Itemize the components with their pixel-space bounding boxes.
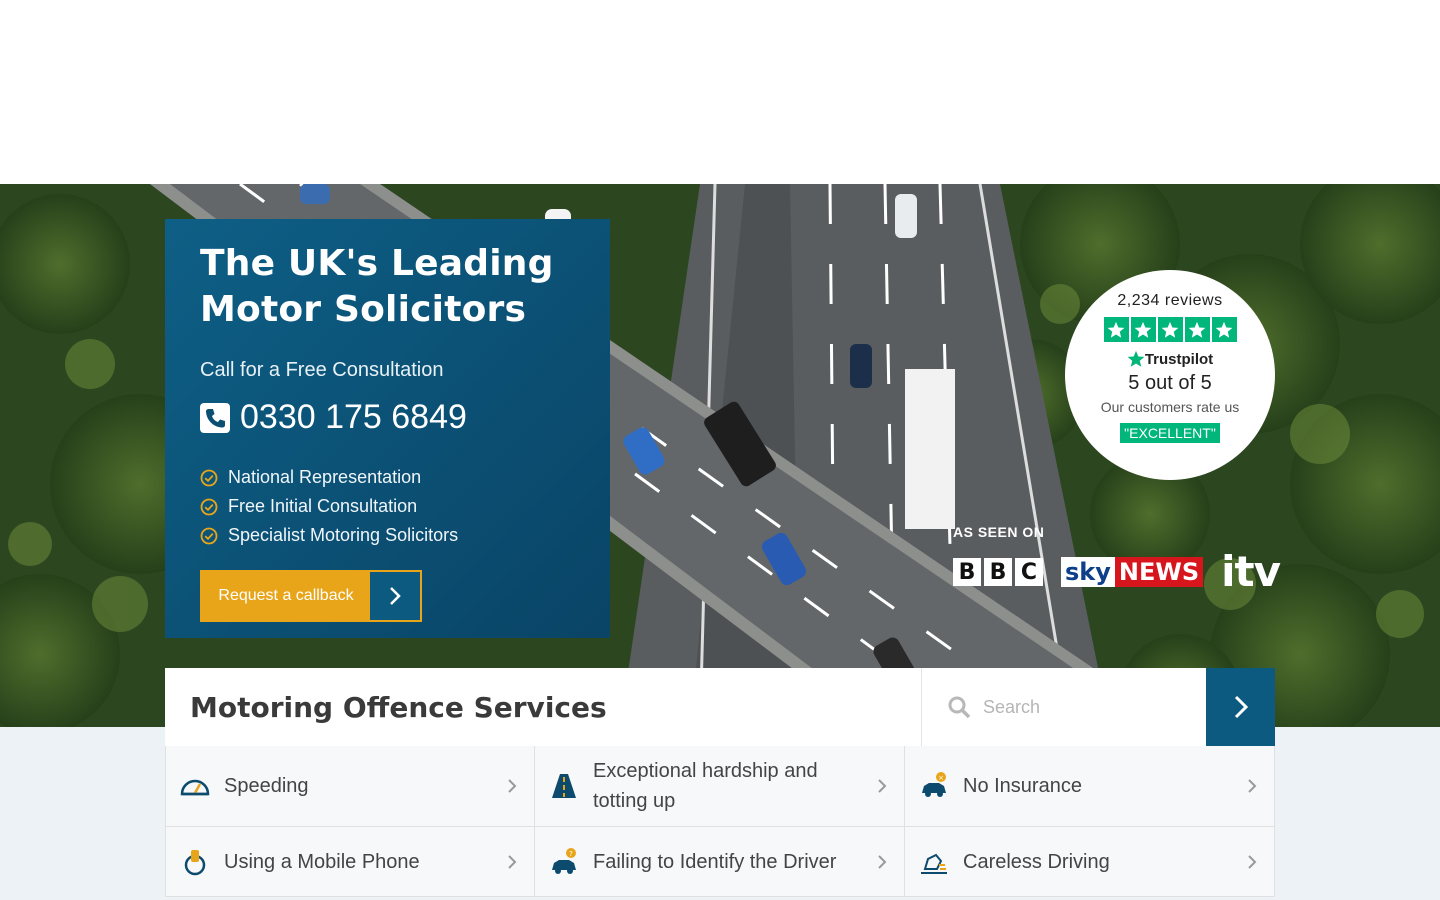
phone-number-link[interactable]: 0330 175 6849 — [200, 398, 575, 437]
car-unknown-driver-icon: ? — [552, 847, 576, 874]
chevron-right-icon — [1248, 854, 1257, 869]
check-circle-icon — [200, 469, 218, 486]
excellent-badge: "EXCELLENT" — [1120, 423, 1220, 443]
service-mobile-phone[interactable]: Using a Mobile Phone — [165, 827, 535, 897]
service-exceptional-hardship[interactable]: Exceptional hardship and totting up — [535, 746, 905, 827]
chevron-right-icon — [1248, 779, 1257, 793]
hero-banner: The UK's Leading Motor Solicitors Call f… — [0, 184, 1440, 727]
search-icon — [948, 696, 971, 719]
trustpilot-star-icon — [1127, 350, 1145, 367]
header-area — [0, 0, 1440, 184]
hero-title: The UK's Leading Motor Solicitors — [200, 243, 554, 330]
mobile-phone-icon — [184, 849, 206, 875]
phone-icon — [200, 402, 230, 433]
services-title: Motoring Offence Services — [165, 668, 922, 746]
star-icon — [1184, 317, 1210, 342]
car-insurance-icon: × — [922, 772, 946, 797]
check-circle-icon — [200, 527, 218, 544]
trustpilot-logo: Trustpilot — [1065, 350, 1275, 368]
services-grid: Speeding Exceptional hardship and tottin… — [165, 746, 1275, 897]
itv-logo: itv — [1221, 547, 1281, 596]
feature-list: National Representation Free Initial Con… — [200, 463, 575, 550]
sky-news-logo: sky NEWS — [1061, 557, 1204, 587]
check-circle-icon — [200, 498, 218, 515]
chevron-right-icon — [370, 572, 420, 620]
service-no-insurance[interactable]: × No Insurance — [905, 746, 1275, 827]
service-careless-driving[interactable]: Careless Driving — [905, 827, 1275, 897]
star-icon — [1211, 317, 1237, 342]
trustpilot-widget[interactable]: 2,234 reviews Trustpilot 5 out of 5 Our … — [1065, 270, 1275, 480]
svg-text:?: ? — [569, 850, 573, 858]
feature-item: Specialist Motoring Solicitors — [200, 521, 575, 550]
bbc-logo: B B C — [953, 558, 1043, 586]
careless-driving-icon — [921, 853, 947, 874]
chevron-right-icon — [878, 779, 887, 793]
search-submit-button[interactable] — [1206, 668, 1275, 746]
phone-number: 0330 175 6849 — [240, 398, 467, 436]
services-search — [922, 668, 1206, 746]
chevron-right-icon — [508, 779, 517, 793]
feature-item: Free Initial Consultation — [200, 492, 575, 521]
svg-text:×: × — [938, 774, 944, 782]
media-logos: B B C sky NEWS itv — [953, 547, 1281, 596]
star-icon — [1103, 317, 1129, 342]
rate-us-text: Our customers rate us — [1100, 399, 1240, 415]
road-icon — [552, 774, 576, 798]
service-failing-to-identify-driver[interactable]: ? Failing to Identify the Driver — [535, 827, 905, 897]
chevron-right-icon — [1234, 695, 1248, 719]
speedometer-icon — [180, 779, 210, 796]
rating-text: 5 out of 5 — [1128, 372, 1212, 394]
hero-subtitle: Call for a Free Consultation — [200, 359, 444, 381]
service-speeding[interactable]: Speeding — [165, 746, 535, 827]
services-header: Motoring Offence Services — [165, 668, 1275, 746]
chevron-right-icon — [878, 854, 887, 869]
consultation-panel: The UK's Leading Motor Solicitors Call f… — [165, 219, 610, 638]
as-seen-on-label: AS SEEN ON — [953, 524, 1045, 540]
feature-item: National Representation — [200, 463, 575, 492]
review-count: 2,234 reviews — [1117, 292, 1223, 309]
star-rating — [1065, 317, 1275, 342]
request-callback-button[interactable]: Request a callback — [200, 570, 422, 622]
star-icon — [1157, 317, 1183, 342]
chevron-right-icon — [508, 854, 517, 869]
search-input[interactable] — [983, 696, 1183, 718]
star-icon — [1130, 317, 1156, 342]
request-callback-label: Request a callback — [202, 572, 370, 620]
